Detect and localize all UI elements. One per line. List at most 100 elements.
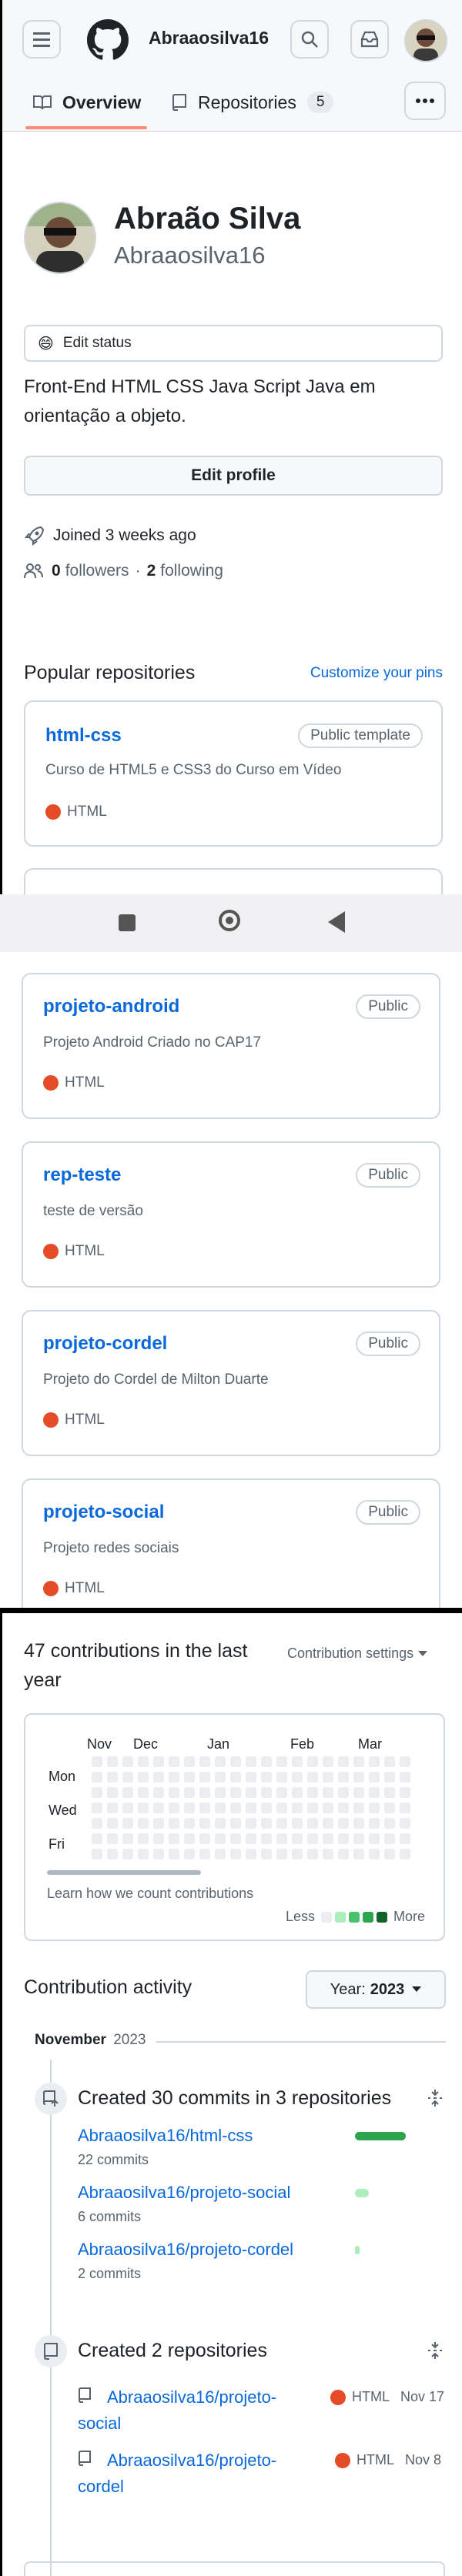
contribution-day[interactable] — [353, 1833, 364, 1844]
contribution-day[interactable] — [107, 1772, 118, 1782]
contribution-day[interactable] — [276, 1803, 287, 1813]
contribution-day[interactable] — [122, 1756, 133, 1767]
contribution-day[interactable] — [169, 1849, 179, 1859]
repo-card[interactable]: html-css Public template Curso de HTML5 … — [24, 700, 443, 847]
contribution-day[interactable] — [199, 1818, 210, 1829]
contribution-day[interactable] — [292, 1849, 303, 1859]
contribution-day[interactable] — [184, 1756, 195, 1767]
contribution-day[interactable] — [292, 1833, 303, 1844]
contribution-day[interactable] — [184, 1803, 195, 1813]
contribution-day[interactable] — [153, 1818, 164, 1829]
contribution-day[interactable] — [215, 1849, 226, 1859]
edit-profile-button[interactable]: Edit profile — [24, 456, 443, 496]
header-username[interactable]: Abraaosilva16 — [149, 28, 269, 48]
contribution-day[interactable] — [153, 1787, 164, 1798]
contribution-day[interactable] — [261, 1803, 272, 1813]
contribution-day[interactable] — [400, 1787, 410, 1798]
contribution-settings-button[interactable]: Contribution settings — [287, 1645, 428, 1662]
contribution-day[interactable] — [261, 1772, 272, 1782]
contribution-day[interactable] — [215, 1772, 226, 1782]
contribution-day[interactable] — [153, 1772, 164, 1782]
contribution-day[interactable] — [246, 1849, 256, 1859]
commit-repo-link[interactable]: Abraaosilva16/html-css — [78, 2126, 253, 2146]
contribution-day[interactable] — [215, 1787, 226, 1798]
contribution-day[interactable] — [169, 1818, 179, 1829]
contribution-day[interactable] — [122, 1818, 133, 1829]
followers-link[interactable]: followers — [65, 562, 129, 580]
repo-name-link[interactable]: rep-teste — [43, 1164, 121, 1186]
commit-repo-link[interactable]: Abraaosilva16/projeto-cordel — [78, 2240, 293, 2260]
contribution-day[interactable] — [369, 1787, 380, 1798]
contribution-day[interactable] — [215, 1756, 226, 1767]
repo-name-link[interactable]: projeto-cordel — [43, 1333, 167, 1355]
tab-repositories[interactable]: Repositories 5 — [172, 75, 334, 129]
followers-count[interactable]: 0 — [52, 562, 61, 580]
menu-button[interactable] — [22, 20, 61, 58]
contribution-day[interactable] — [338, 1756, 349, 1767]
contribution-day[interactable] — [292, 1787, 303, 1798]
contribution-day[interactable] — [138, 1818, 149, 1829]
commit-count[interactable]: 22 commits — [78, 2152, 149, 2168]
search-button[interactable] — [290, 20, 329, 58]
year-select-button[interactable]: Year: 2023 — [306, 1970, 446, 2009]
contribution-day[interactable] — [138, 1833, 149, 1844]
contribution-day[interactable] — [353, 1756, 364, 1767]
contribution-day[interactable] — [92, 1787, 102, 1798]
contribution-day[interactable] — [369, 1818, 380, 1829]
home-icon[interactable] — [219, 910, 240, 931]
contribution-day[interactable] — [307, 1756, 318, 1767]
contribution-day[interactable] — [261, 1818, 272, 1829]
contribution-day[interactable] — [292, 1756, 303, 1767]
contribution-day[interactable] — [276, 1772, 287, 1782]
show-more-activity-button[interactable] — [24, 2561, 445, 2576]
horizontal-scrollbar[interactable] — [47, 1870, 201, 1875]
contribution-day[interactable] — [307, 1818, 318, 1829]
contribution-day[interactable] — [138, 1849, 149, 1859]
tab-overview[interactable]: Overview — [33, 75, 141, 129]
contribution-day[interactable] — [138, 1787, 149, 1798]
contribution-day[interactable] — [184, 1818, 195, 1829]
contribution-day[interactable] — [323, 1772, 333, 1782]
contribution-day[interactable] — [215, 1803, 226, 1813]
contribution-day[interactable] — [338, 1772, 349, 1782]
contribution-day[interactable] — [400, 1772, 410, 1782]
contribution-day[interactable] — [307, 1787, 318, 1798]
contribution-day[interactable] — [400, 1803, 410, 1813]
contribution-day[interactable] — [369, 1849, 380, 1859]
contribution-day[interactable] — [92, 1833, 102, 1844]
contribution-day[interactable] — [276, 1756, 287, 1767]
github-logo[interactable] — [87, 19, 129, 61]
contribution-day[interactable] — [230, 1803, 241, 1813]
contribution-day[interactable] — [369, 1803, 380, 1813]
contribution-day[interactable] — [184, 1849, 195, 1859]
contribution-day[interactable] — [369, 1756, 380, 1767]
created-repo-link[interactable]: Abraaosilva16/projeto-cordel — [78, 2447, 301, 2500]
contribution-day[interactable] — [199, 1787, 210, 1798]
contribution-day[interactable] — [323, 1756, 333, 1767]
contribution-day[interactable] — [122, 1849, 133, 1859]
contribution-day[interactable] — [215, 1818, 226, 1829]
commit-count[interactable]: 2 commits — [78, 2266, 141, 2282]
contribution-day[interactable] — [384, 1833, 395, 1844]
contribution-day[interactable] — [122, 1772, 133, 1782]
contribution-day[interactable] — [199, 1849, 210, 1859]
contribution-day[interactable] — [307, 1849, 318, 1859]
contribution-day[interactable] — [338, 1849, 349, 1859]
contribution-day[interactable] — [230, 1772, 241, 1782]
contribution-day[interactable] — [353, 1772, 364, 1782]
contribution-day[interactable] — [400, 1833, 410, 1844]
contribution-day[interactable] — [153, 1756, 164, 1767]
contribution-day[interactable] — [307, 1772, 318, 1782]
learn-contributions-link[interactable]: Learn how we count contributions — [47, 1886, 253, 1902]
contribution-day[interactable] — [292, 1818, 303, 1829]
contribution-day[interactable] — [122, 1833, 133, 1844]
contribution-day[interactable] — [400, 1849, 410, 1859]
following-count[interactable]: 2 — [147, 562, 156, 580]
following-link[interactable]: following — [160, 562, 223, 580]
commits-summary[interactable]: Created 30 commits in 3 repositories — [78, 2087, 391, 2110]
created-repos-summary[interactable]: Created 2 repositories — [78, 2340, 267, 2362]
repo-name-link[interactable]: projeto-android — [43, 996, 179, 1017]
contribution-day[interactable] — [230, 1787, 241, 1798]
contribution-day[interactable] — [246, 1833, 256, 1844]
contribution-day[interactable] — [184, 1772, 195, 1782]
